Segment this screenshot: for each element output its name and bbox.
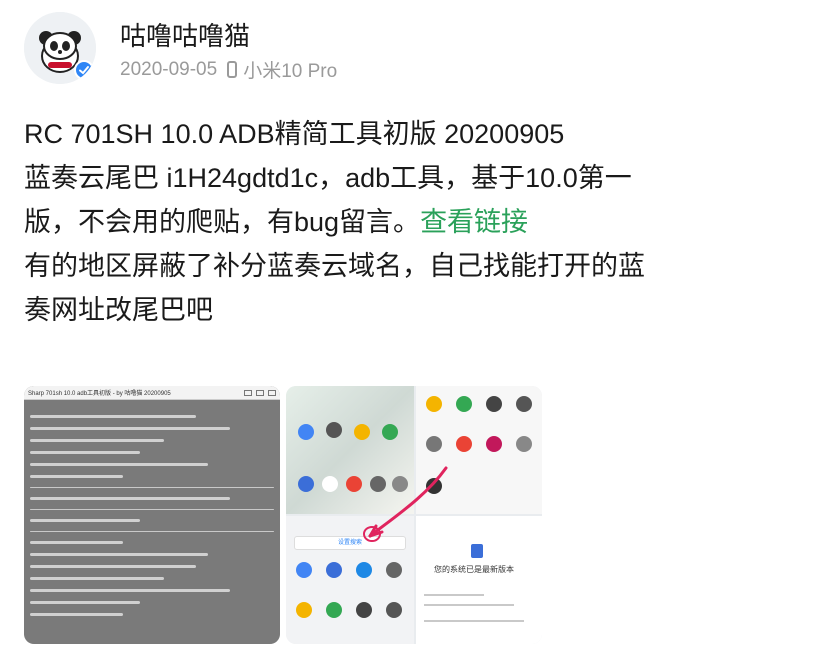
author-name[interactable]: 咕噜咕噜猫 [120,16,250,53]
image-gallery: Sharp 701sh 10.0 adb工具初版 - by 咕噜猫 202009… [24,386,544,646]
post-body: RC 701SH 10.0 ADB精简工具初版 20200905 蓝奏云尾巴 i… [24,112,804,332]
post-line: RC 701SH 10.0 ADB精简工具初版 20200905 [24,119,565,149]
view-link[interactable]: 查看链接 [420,207,528,237]
phone-search-screen: 设置搜索 [286,516,414,644]
avatar[interactable] [24,12,96,84]
post-line: 版，不会用的爬贴，有bug留言。查看链接 [24,200,804,244]
verified-badge-icon [74,60,94,80]
post-line: 蓝奏云尾巴 i1H24gdtd1c，adb工具，基于10.0第一 [24,163,632,193]
post-date: 2020-09-05 [120,58,218,80]
window-titlebar: Sharp 701sh 10.0 adb工具初版 - by 咕噜猫 202009… [24,386,280,400]
maximize-icon [256,389,264,396]
close-icon [268,389,276,396]
console-output [24,400,280,631]
phone-update-screen: 您的系统已是最新版本 [416,516,542,644]
post-header: 咕噜咕噜猫 2020-09-05 小米10 Pro [24,12,804,92]
phone-app-drawer [416,386,542,514]
system-update-status: 您的系统已是最新版本 [434,565,514,574]
post-line: 有的地区屏蔽了补分蓝奏云域名，自己找能打开的蓝 [24,251,645,281]
phone-home-screen [286,386,414,514]
minimize-icon [244,389,252,396]
screenshot-thumbnail-adb-tool[interactable]: Sharp 701sh 10.0 adb工具初版 - by 咕噜猫 202009… [24,386,280,644]
phone-screens: 设置搜索 您的系统已是最新版本 [286,386,542,644]
post-meta: 2020-09-05 小米10 Pro [120,56,337,83]
device-name: 小米10 Pro [243,61,338,82]
settings-search-field: 设置搜索 [294,536,406,550]
window-title: Sharp 701sh 10.0 adb工具初版 - by 咕噜猫 202009… [28,391,171,397]
phone-icon [227,61,238,78]
post-line: 奏网址改尾巴吧 [24,295,213,325]
screenshot-thumbnail-phone[interactable]: 设置搜索 您的系统已是最新版本 [286,386,542,644]
post-line-text: 版，不会用的爬贴，有bug留言。 [24,207,421,237]
